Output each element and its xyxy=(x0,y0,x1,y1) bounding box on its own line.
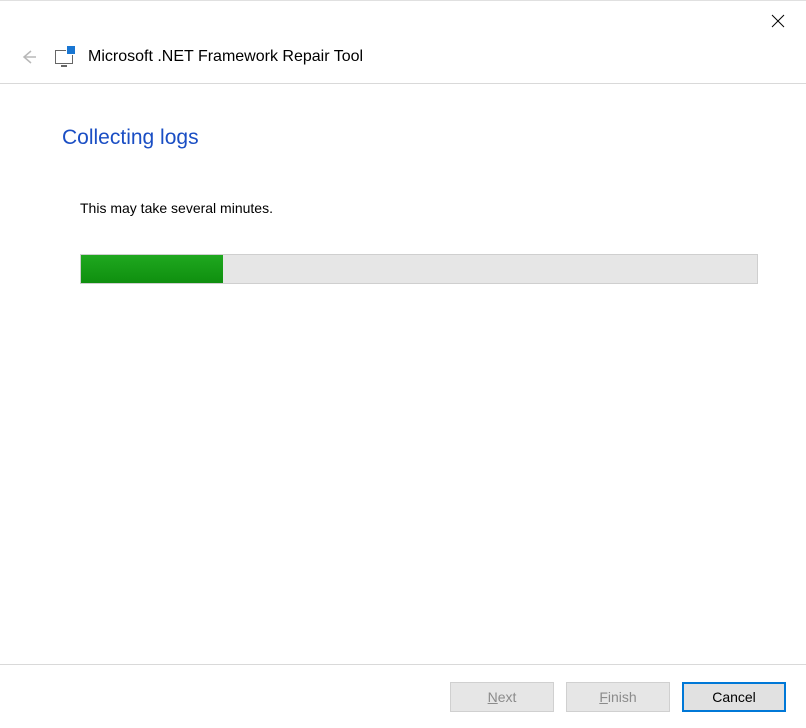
back-button xyxy=(16,45,40,69)
cancel-button[interactable]: Cancel xyxy=(682,682,786,712)
close-button[interactable] xyxy=(766,9,790,33)
progress-bar xyxy=(80,254,758,284)
progress-fill xyxy=(81,255,223,283)
titlebar xyxy=(0,1,806,41)
app-icon xyxy=(54,47,74,67)
status-text: This may take several minutes. xyxy=(80,200,760,216)
header-bar: Microsoft .NET Framework Repair Tool xyxy=(0,41,806,84)
back-arrow-icon xyxy=(19,48,37,66)
page-heading: Collecting logs xyxy=(62,126,760,150)
finish-button: Finish xyxy=(566,682,670,712)
footer-bar: Next Finish Cancel xyxy=(0,664,806,728)
next-button: Next xyxy=(450,682,554,712)
wizard-window: Microsoft .NET Framework Repair Tool Col… xyxy=(0,0,806,728)
app-title: Microsoft .NET Framework Repair Tool xyxy=(88,48,363,66)
content-area: Collecting logs This may take several mi… xyxy=(0,84,806,664)
close-icon xyxy=(771,14,785,28)
